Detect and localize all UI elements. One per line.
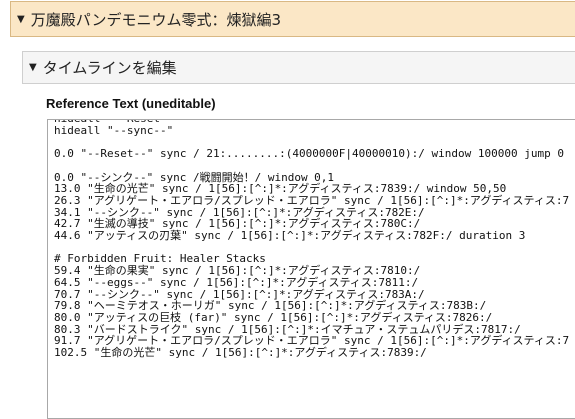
reference-line: hideall "--sync--" <box>54 123 174 137</box>
reference-text-content: hideall "--Reset--"hideall "--sync--" 0.… <box>54 120 570 360</box>
reference-line: 26.3 "アグリゲート・エアロラ/スプレッド・エアロラ" sync / 1[5… <box>54 193 570 207</box>
reference-text-label: Reference Text (uneditable) <box>46 96 216 111</box>
reference-line: 80.0 "アッティスの巨枝 (far)" sync / 1[56]:[^:]*… <box>54 310 493 324</box>
reference-line: 44.6 "アッティスの刃葉" sync / 1[56]:[^:]*:アグディス… <box>54 229 526 243</box>
reference-line: 102.5 "生命の光芒" sync / 1[56]:[^:]*:アグディスティ… <box>54 346 427 360</box>
zone-title: 万魔殿パンデモニウム零式：煉獄編3 <box>30 10 281 29</box>
reference-line: 64.5 "--eggs--" sync / 1[56]:[^:]*:アグディス… <box>54 275 419 289</box>
zone-header[interactable]: ▼ 万魔殿パンデモニウム零式：煉獄編3 <box>10 1 575 37</box>
reference-line <box>54 160 569 172</box>
reference-text-area[interactable]: hideall "--Reset--"hideall "--sync--" 0.… <box>47 119 575 419</box>
edit-timeline-toggle[interactable]: ▼ タイムラインを編集 <box>22 51 575 84</box>
expand-triangle-icon: ▼ <box>29 62 37 73</box>
reference-line: 0.0 "--Reset--" sync / 21:........:(4000… <box>54 147 564 161</box>
edit-timeline-title: タイムラインを編集 <box>42 59 177 77</box>
expand-triangle-icon: ▼ <box>17 13 25 25</box>
